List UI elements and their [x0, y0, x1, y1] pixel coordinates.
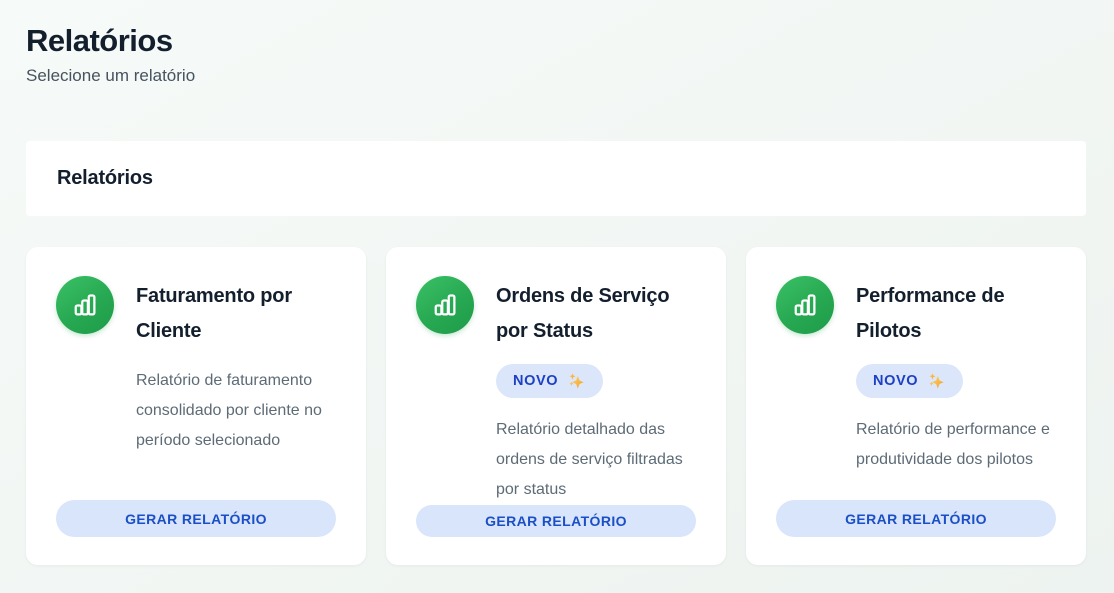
card-description: Relatório de faturamento consolidado por… [136, 366, 336, 456]
card-ordens-de-servico-por-status: Ordens de Serviço por Status NOVO Relató… [386, 247, 726, 565]
bar-chart-icon [56, 276, 114, 334]
bar-chart-icon [416, 276, 474, 334]
badge-label: NOVO [873, 373, 918, 389]
section-heading: Relatórios [57, 167, 153, 190]
badge-label: NOVO [513, 373, 558, 389]
card-body: Performance de Pilotos NOVO Relatório de… [856, 276, 1056, 475]
novo-badge: NOVO [496, 364, 603, 398]
card-performance-de-pilotos: Performance de Pilotos NOVO Relatório de… [746, 247, 1086, 565]
reports-section-bar: Relatórios [26, 141, 1086, 216]
card-title: Faturamento por Cliente [136, 279, 336, 349]
report-cards-row: Faturamento por Cliente Relatório de fat… [26, 247, 1086, 565]
card-description: Relatório detalhado das ordens de serviç… [496, 415, 696, 505]
generate-report-button[interactable]: GERAR RELATÓRIO [776, 500, 1056, 537]
card-faturamento-por-cliente: Faturamento por Cliente Relatório de fat… [26, 247, 366, 565]
card-description: Relatório de performance e produtividade… [856, 415, 1056, 475]
reports-page: Relatórios Selecione um relatório [0, 0, 1114, 86]
card-header: Performance de Pilotos NOVO Relatório de… [776, 276, 1056, 475]
card-body: Faturamento por Cliente Relatório de fat… [136, 276, 336, 456]
card-header: Faturamento por Cliente Relatório de fat… [56, 276, 336, 456]
card-body: Ordens de Serviço por Status NOVO Relató… [496, 276, 696, 505]
card-title: Performance de Pilotos [856, 279, 1056, 349]
generate-report-button[interactable]: GERAR RELATÓRIO [416, 505, 696, 537]
page-subtitle: Selecione um relatório [26, 66, 1088, 86]
sparkles-icon [567, 371, 587, 391]
bar-chart-icon [776, 276, 834, 334]
generate-report-button[interactable]: GERAR RELATÓRIO [56, 500, 336, 537]
page-title: Relatórios [26, 22, 1088, 59]
sparkles-icon [927, 371, 947, 391]
card-title: Ordens de Serviço por Status [496, 279, 696, 349]
card-header: Ordens de Serviço por Status NOVO Relató… [416, 276, 696, 505]
novo-badge: NOVO [856, 364, 963, 398]
